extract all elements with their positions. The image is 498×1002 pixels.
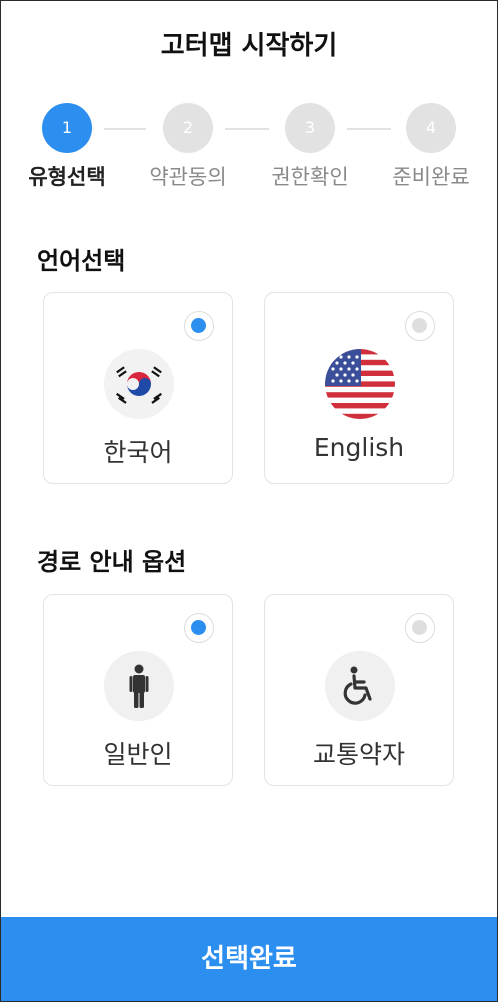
korea-flag-icon	[104, 349, 174, 419]
route-option-accessible[interactable]: 교통약자	[264, 594, 454, 786]
step-label: 권한확인	[271, 165, 349, 189]
page-title: 고터맵 시작하기	[160, 31, 338, 61]
radio-korean[interactable]	[184, 311, 214, 341]
step-number: 2	[163, 103, 213, 153]
step-3: 3 권한확인	[250, 103, 370, 191]
app-screen: 고터맵 시작하기 1 유형선택 2 약관동의 3 권한확인 4 준비완료 언어선…	[0, 0, 498, 1002]
language-option-english[interactable]: English	[264, 292, 454, 484]
language-option-korean[interactable]: 한국어	[43, 292, 233, 484]
person-icon	[104, 651, 174, 721]
step-4: 4 준비완료	[371, 103, 491, 191]
language-section-title: 언어선택	[37, 247, 126, 275]
radio-general[interactable]	[184, 613, 214, 643]
language-label: 한국어	[103, 438, 173, 467]
radio-english[interactable]	[405, 311, 435, 341]
route-label: 교통약자	[312, 740, 405, 769]
step-2: 2 약관동의	[128, 103, 248, 191]
step-1: 1 유형선택	[7, 103, 127, 191]
radio-accessible[interactable]	[405, 613, 435, 643]
step-label: 유형선택	[28, 165, 106, 189]
step-number: 1	[42, 103, 92, 153]
step-label: 준비완료	[392, 165, 470, 189]
step-number: 3	[285, 103, 335, 153]
usa-flag-icon	[325, 349, 395, 419]
route-section-title: 경로 안내 옵션	[37, 548, 187, 576]
progress-stepper: 1 유형선택 2 약관동의 3 권한확인 4 준비완료	[1, 103, 497, 193]
confirm-selection-button[interactable]: 선택완료	[1, 917, 497, 1001]
route-label: 일반인	[103, 740, 173, 769]
step-number: 4	[406, 103, 456, 153]
language-label: English	[313, 433, 405, 462]
step-label: 약관동의	[149, 165, 227, 189]
route-option-general[interactable]: 일반인	[43, 594, 233, 786]
wheelchair-icon	[325, 651, 395, 721]
